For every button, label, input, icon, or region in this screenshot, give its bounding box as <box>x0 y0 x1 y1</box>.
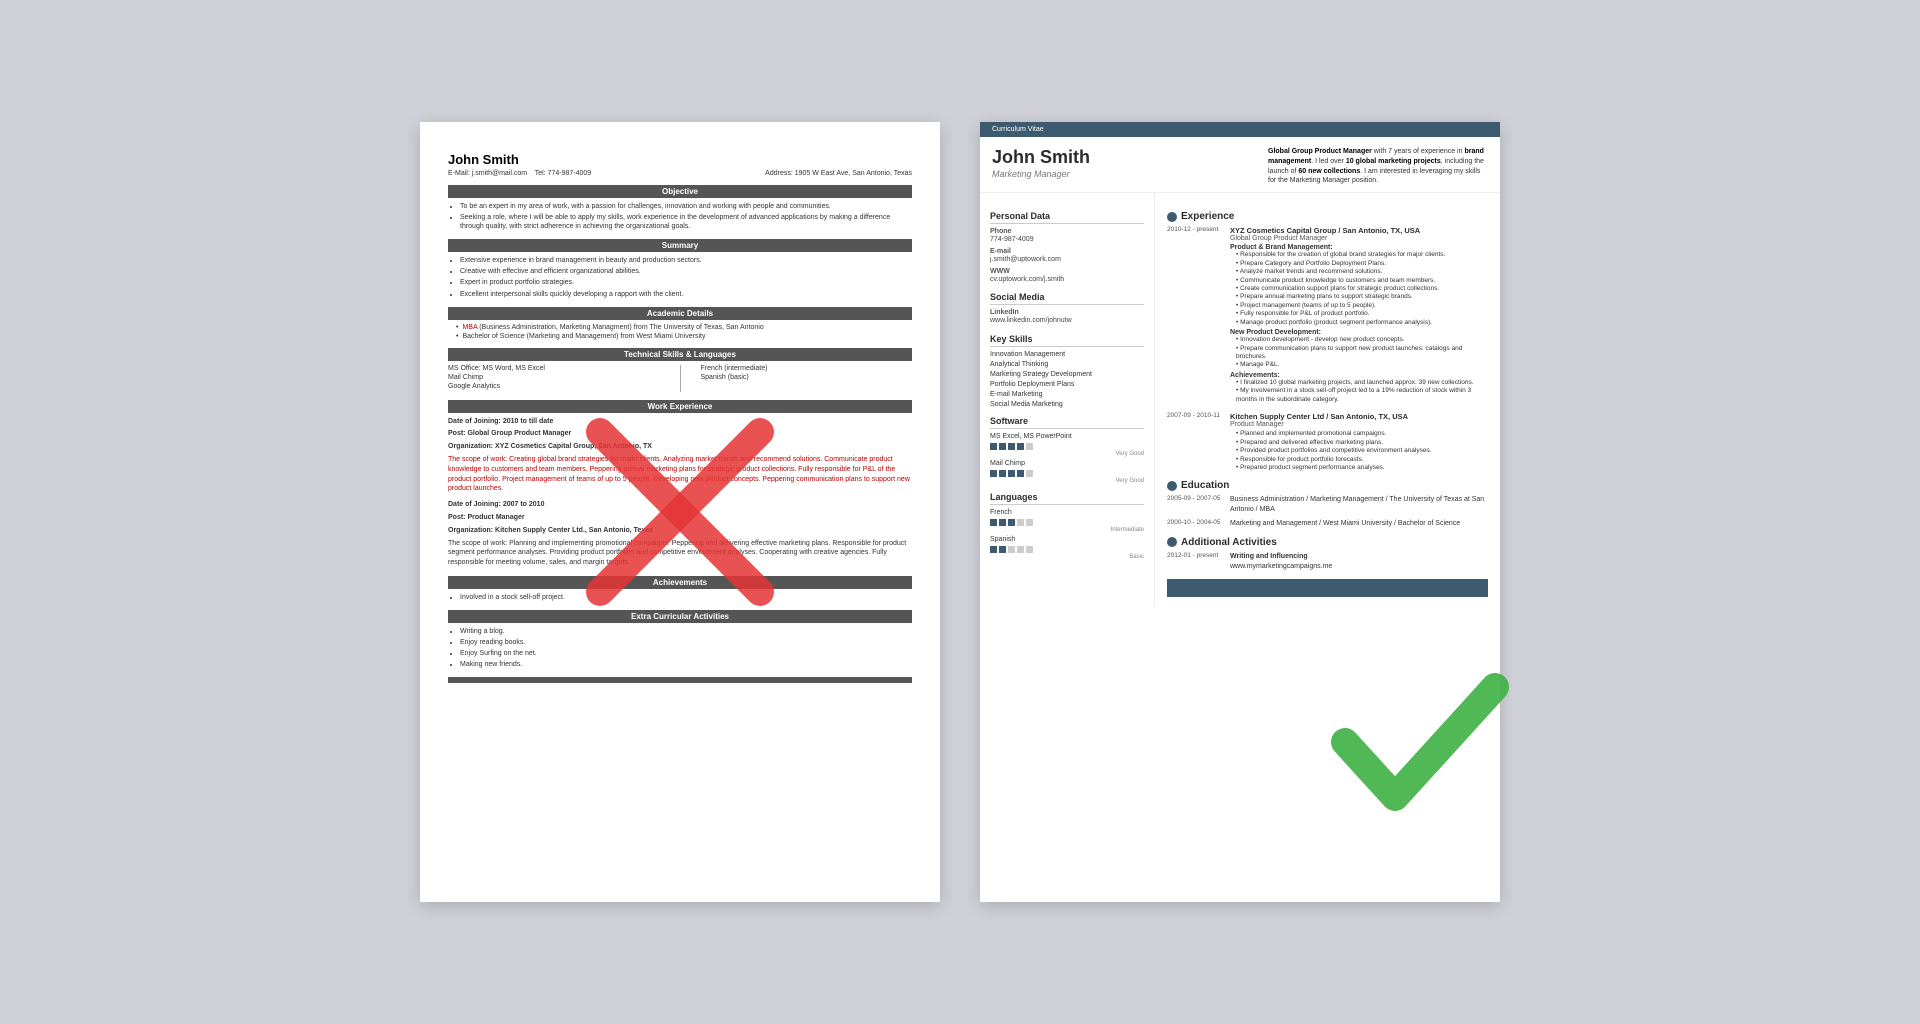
right-sidebar: Personal Data Phone 774-987-4009 E-mail … <box>980 193 1155 607</box>
skill-item: Spanish (basic) <box>701 374 913 381</box>
additional-block: 2012-01 - present Writing and Influencin… <box>1167 552 1488 572</box>
exp-bullet: Responsible for product portfolio foreca… <box>1230 456 1488 464</box>
list-item: To be an expert in my area of work, with… <box>460 202 912 211</box>
edu-block-2: 2000-10 - 2004-05 Marketing and Manageme… <box>1167 519 1488 529</box>
right-title: Marketing Manager <box>992 169 1090 179</box>
exp-bullet: Innovation development - develop new pro… <box>1230 336 1488 344</box>
language-bar-1 <box>990 519 1144 526</box>
left-extra-header: Extra Curricular Activities <box>448 610 912 623</box>
work-block-2: Date of Joining: 2007 to 2010 Post: Prod… <box>448 500 912 568</box>
software-item: MS Excel, MS PowerPoint <box>990 433 1144 440</box>
list-item: Enjoy reading books. <box>460 638 912 647</box>
software-item: Mail Chimp <box>990 460 1144 467</box>
left-summary-header: Summary <box>448 239 912 252</box>
right-intro: Global Group Product Manager with 7 year… <box>1268 147 1488 186</box>
left-objective-list: To be an expert in my area of work, with… <box>448 202 912 231</box>
list-item: Creative with effective and efficient or… <box>460 267 912 276</box>
left-footer-bar <box>448 677 912 683</box>
exp-bullet: Responsible for the creation of global b… <box>1230 251 1488 259</box>
right-body: Personal Data Phone 774-987-4009 E-mail … <box>980 193 1500 607</box>
skill-item: Analytical Thinking <box>990 361 1144 368</box>
exp-bullet: Analyze market trends and recommend solu… <box>1230 268 1488 276</box>
right-main: Experience 2010-12 - present XYZ Cosmeti… <box>1155 193 1500 607</box>
right-top-bar: Curriculum Vitae <box>980 122 1500 137</box>
skill-item: Marketing Strategy Development <box>990 371 1144 378</box>
left-contact: E-Mail: j.smith@mail.com Tel: 774-987-40… <box>448 170 912 177</box>
exp-bullet: Project management (teams of up to 5 peo… <box>1230 302 1488 310</box>
list-item: Excellent interpersonal skills quickly d… <box>460 290 912 299</box>
left-name: John Smith <box>448 152 912 167</box>
exp-bullet: My involvement in a stock sell-off proje… <box>1230 387 1488 404</box>
exp-bullet: I finalized 10 global marketing projects… <box>1230 379 1488 387</box>
left-extra-list: Writing a blog. Enjoy reading books. Enj… <box>448 627 912 669</box>
skill-item: E-mail Marketing <box>990 391 1144 398</box>
skill-item: Portfolio Deployment Plans <box>990 381 1144 388</box>
skill-item: MS Office: MS Word, MS Excel <box>448 365 660 372</box>
sidebar-skills-title: Key Skills <box>990 334 1144 347</box>
list-item: Extensive experience in brand management… <box>460 256 912 265</box>
software-bar-1 <box>990 443 1144 450</box>
edu-block-1: 2005-09 - 2007-05 Business Administratio… <box>1167 495 1488 515</box>
exp-bullet: Manage P&L. <box>1230 361 1488 369</box>
exp-bullet: Manage product portfolio (product segmen… <box>1230 319 1488 327</box>
education-title: Education <box>1167 480 1488 491</box>
experience-title: Experience <box>1167 211 1488 222</box>
exp-bullet: Prepared and delivered effective marketi… <box>1230 439 1488 447</box>
list-item: Enjoy Surfing on the net. <box>460 649 912 658</box>
sidebar-personal-title: Personal Data <box>990 211 1144 224</box>
exp-block-2: 2007-09 - 2010-11 Kitchen Supply Center … <box>1167 412 1488 472</box>
sidebar-social-title: Social Media <box>990 292 1144 305</box>
skill-item: French (intermediate) <box>701 365 913 372</box>
left-skills-content: MS Office: MS Word, MS Excel Mail Chimp … <box>448 365 912 392</box>
left-achievements-list: Involved in a stock sell-off project. <box>448 593 912 602</box>
exp-bullet: Prepare communication plans to support n… <box>1230 345 1488 362</box>
list-item: Making new friends. <box>460 660 912 669</box>
list-item: • MBA (Business Administration, Marketin… <box>456 324 912 331</box>
list-item: • Bachelor of Science (Marketing and Man… <box>456 333 912 340</box>
skill-item: Mail Chimp <box>448 374 660 381</box>
exp-bullet: Fully responsible for P&L of product por… <box>1230 310 1488 318</box>
exp-bullet: Communicate product knowledge to custome… <box>1230 277 1488 285</box>
exp-bullet: Prepared product segment performance ana… <box>1230 464 1488 472</box>
list-item: Expert in product portfolio strategies. <box>460 278 912 287</box>
right-header: John Smith Marketing Manager Global Grou… <box>980 137 1500 193</box>
resume-left: John Smith E-Mail: j.smith@mail.com Tel:… <box>420 122 940 902</box>
exp-bullet: Prepare annual marketing plans to suppor… <box>1230 293 1488 301</box>
additional-title: Additional Activities <box>1167 537 1488 548</box>
left-summary-list: Extensive experience in brand management… <box>448 256 912 298</box>
exp-bullet: Planned and implemented promotional camp… <box>1230 430 1488 438</box>
skill-item: Innovation Management <box>990 351 1144 358</box>
list-item: Involved in a stock sell-off project. <box>460 593 912 602</box>
left-work-header: Work Experience <box>448 400 912 413</box>
left-email: E-Mail: j.smith@mail.com Tel: 774-987-40… <box>448 170 591 177</box>
exp-bullet: Prepare Category and Portfolio Deploymen… <box>1230 260 1488 268</box>
work-block-1: Date of Joining: 2010 to till date Post:… <box>448 417 912 495</box>
exp-block-1: 2010-12 - present XYZ Cosmetics Capital … <box>1167 226 1488 404</box>
language-item: French <box>990 509 1144 516</box>
right-bottom-bar <box>1167 579 1488 597</box>
right-name: John Smith <box>992 147 1090 168</box>
list-item: Seeking a role, where I will be able to … <box>460 213 912 231</box>
exp-bullet: Provided product portfolios and competit… <box>1230 447 1488 455</box>
left-academic-content: • MBA (Business Administration, Marketin… <box>448 324 912 340</box>
left-objective-header: Objective <box>448 185 912 198</box>
software-bar-2 <box>990 470 1144 477</box>
resume-right: Curriculum Vitae John Smith Marketing Ma… <box>980 122 1500 902</box>
language-item: Spanish <box>990 536 1144 543</box>
left-achievements-header: Achievements <box>448 576 912 589</box>
sidebar-languages-title: Languages <box>990 492 1144 505</box>
exp-bullet: Create communication support plans for s… <box>1230 285 1488 293</box>
skill-item: Google Analytics <box>448 383 660 390</box>
left-skills-header: Technical Skills & Languages <box>448 348 912 361</box>
list-item: Writing a blog. <box>460 627 912 636</box>
sidebar-software-title: Software <box>990 416 1144 429</box>
left-academic-header: Academic Details <box>448 307 912 320</box>
skill-item: Social Media Marketing <box>990 401 1144 408</box>
language-bar-2 <box>990 546 1144 553</box>
left-address: Address: 1905 W East Ave, San Antonio, T… <box>765 170 912 177</box>
